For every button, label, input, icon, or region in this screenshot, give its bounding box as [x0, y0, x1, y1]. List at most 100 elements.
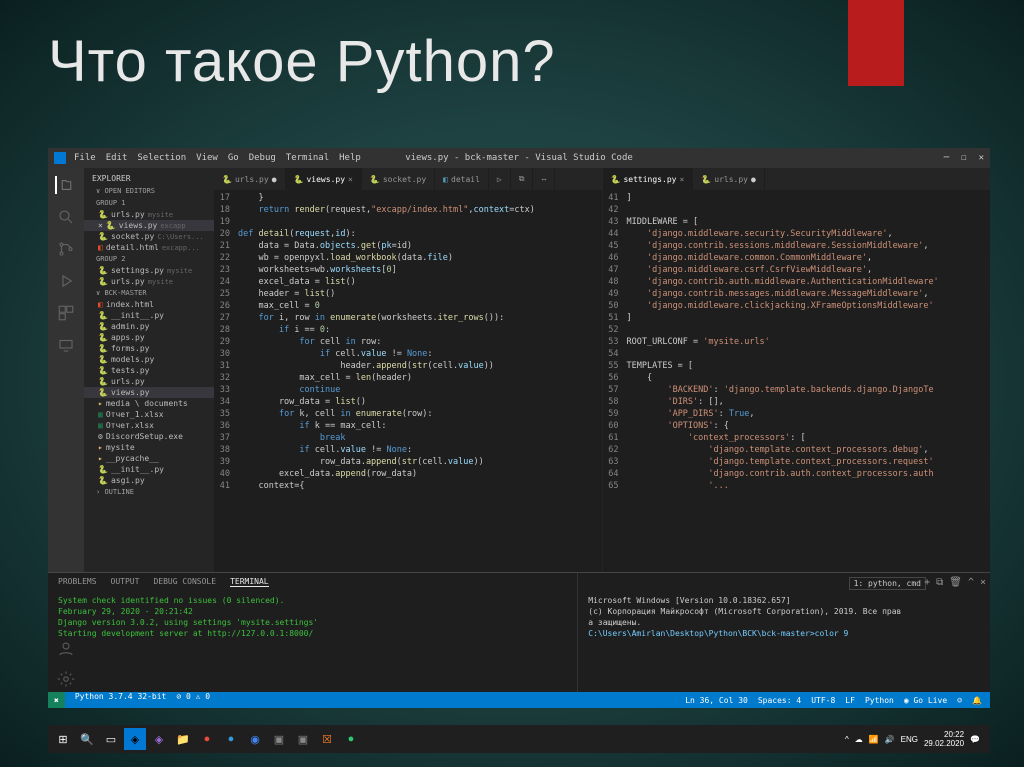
- status-item[interactable]: UTF-8: [811, 696, 835, 705]
- search-icon[interactable]: [57, 208, 75, 226]
- sidebar-item[interactable]: × 🐍 views.py excapp: [84, 220, 214, 231]
- maximize-button[interactable]: ☐: [961, 153, 966, 163]
- panel-tab-terminal[interactable]: TERMINAL: [230, 577, 269, 587]
- tray-clock[interactable]: 20:22 29.02.2020: [924, 730, 964, 748]
- app4-taskbar-icon[interactable]: ▣: [292, 728, 314, 750]
- explorer-icon[interactable]: [55, 176, 73, 194]
- sidebar-item[interactable]: 🐍 urls.py mysite: [84, 276, 214, 287]
- more-icon[interactable]: ⋯: [533, 168, 555, 190]
- tab-socket.py[interactable]: 🐍 socket.py: [362, 168, 435, 190]
- source-control-icon[interactable]: [57, 240, 75, 258]
- panel-tab-output[interactable]: OUTPUT: [111, 577, 140, 587]
- status-item[interactable]: ☺: [957, 696, 962, 705]
- menu-selection[interactable]: Selection: [137, 153, 186, 163]
- sidebar-item[interactable]: 🐍 asgi.py: [84, 475, 214, 486]
- tray-cloud-icon[interactable]: ☁: [855, 735, 863, 744]
- new-terminal-icon[interactable]: +: [924, 577, 930, 588]
- menu-view[interactable]: View: [196, 153, 218, 163]
- status-item[interactable]: LF: [845, 696, 855, 705]
- sidebar-item[interactable]: 🐍 settings.py mysite: [84, 265, 214, 276]
- tray-lang[interactable]: ENG: [901, 735, 918, 744]
- sidebar-item[interactable]: 🐍 urls.py: [84, 376, 214, 387]
- folder-taskbar-icon[interactable]: 📁: [172, 728, 194, 750]
- app2-taskbar-icon[interactable]: ●: [220, 728, 242, 750]
- remote-icon[interactable]: [57, 336, 75, 354]
- app3-taskbar-icon[interactable]: ▣: [268, 728, 290, 750]
- code-editor-right[interactable]: 41]4243MIDDLEWARE = [44 'django.middlewa…: [603, 190, 991, 572]
- tab-urls.py[interactable]: 🐍 urls.py ●: [693, 168, 765, 190]
- menu-terminal[interactable]: Terminal: [286, 153, 329, 163]
- code-editor-left[interactable]: 17 }18 return render(request,"excapp/ind…: [214, 190, 602, 572]
- settings-icon[interactable]: [57, 670, 75, 688]
- sidebar-item[interactable]: ▸ __pycache__: [84, 453, 214, 464]
- tab-settings.py[interactable]: 🐍 settings.py ×: [603, 168, 694, 190]
- sidebar-item[interactable]: ▦ Отчет.xlsx: [84, 420, 214, 431]
- workspace-header[interactable]: ∨ BCK-MASTER: [84, 287, 214, 299]
- app-taskbar-icon[interactable]: ●: [196, 728, 218, 750]
- maximize-panel-icon[interactable]: ^: [968, 577, 974, 588]
- vscode-taskbar-icon[interactable]: ◈: [124, 728, 146, 750]
- sidebar-item[interactable]: 🐍 urls.py mysite: [84, 209, 214, 220]
- tray-volume-icon[interactable]: 🔊: [885, 735, 895, 744]
- split-terminal-icon[interactable]: ⧉: [936, 577, 943, 588]
- status-item[interactable]: 🔔: [972, 696, 982, 705]
- status-item[interactable]: Spaces: 4: [758, 696, 801, 705]
- sidebar-item[interactable]: 🐍 apps.py: [84, 332, 214, 343]
- tab-urls.py[interactable]: 🐍 urls.py ●: [214, 168, 286, 190]
- run-button[interactable]: ▷: [489, 168, 511, 190]
- close-button[interactable]: ✕: [979, 153, 984, 163]
- terminal-selector[interactable]: 1: python, cmd: [849, 577, 926, 590]
- tray-wifi-icon[interactable]: 📶: [869, 735, 879, 744]
- status-item[interactable]: Python: [865, 696, 894, 705]
- app5-taskbar-icon[interactable]: ●: [340, 728, 362, 750]
- outline-header[interactable]: › OUTLINE: [84, 486, 214, 498]
- sidebar-item[interactable]: 🐍 __init__.py: [84, 464, 214, 475]
- chrome-taskbar-icon[interactable]: ◉: [244, 728, 266, 750]
- panel-tab-debug console[interactable]: DEBUG CONSOLE: [153, 577, 216, 587]
- tab-detail[interactable]: ◧ detail: [435, 168, 489, 190]
- menu-debug[interactable]: Debug: [249, 153, 276, 163]
- sidebar-item[interactable]: 🐍 admin.py: [84, 321, 214, 332]
- titlebar: File Edit Selection View Go Debug Terminal Help…: [48, 148, 990, 168]
- tray-notifications-icon[interactable]: 💬: [970, 735, 980, 744]
- task-view-icon[interactable]: ▭: [100, 728, 122, 750]
- split-editor-icon[interactable]: ⧉: [511, 168, 534, 190]
- close-panel-icon[interactable]: ×: [980, 577, 986, 588]
- sidebar-item[interactable]: 🐍 tests.py: [84, 365, 214, 376]
- start-button[interactable]: ⊞: [52, 728, 74, 750]
- sidebar-item[interactable]: 🐍 socket.py C:\Users...: [84, 231, 214, 242]
- sidebar-item[interactable]: ▸ media \ documents: [84, 398, 214, 409]
- tab-views.py[interactable]: 🐍 views.py ×: [286, 168, 362, 190]
- minimize-button[interactable]: ─: [944, 153, 949, 163]
- status-item[interactable]: Python 3.7.4 32-bit: [75, 692, 167, 708]
- kill-terminal-icon[interactable]: 🗑: [949, 577, 962, 588]
- menu-file[interactable]: File: [74, 153, 96, 163]
- status-remote[interactable]: ✖: [48, 692, 65, 708]
- visualstudio-taskbar-icon[interactable]: ◈: [148, 728, 170, 750]
- open-editors-header[interactable]: ∨ OPEN EDITORS: [84, 185, 214, 197]
- sidebar-item[interactable]: 🐍 views.py: [84, 387, 214, 398]
- panel-tab-problems[interactable]: PROBLEMS: [58, 577, 97, 587]
- account-icon[interactable]: [57, 640, 75, 658]
- status-item[interactable]: ◉ Go Live: [904, 696, 947, 705]
- status-item[interactable]: ⊘ 0 ⚠ 0: [176, 692, 210, 708]
- terminal-output-left[interactable]: System check identified no issues (0 sil…: [58, 591, 567, 639]
- sidebar-item[interactable]: ◧ index.html: [84, 299, 214, 310]
- menu-go[interactable]: Go: [228, 153, 239, 163]
- debug-icon[interactable]: [57, 272, 75, 290]
- folder-mysite[interactable]: ▸ mysite: [84, 442, 214, 453]
- sidebar-item[interactable]: ▦ Отчет_1.xlsx: [84, 409, 214, 420]
- menu-edit[interactable]: Edit: [106, 153, 128, 163]
- tray-chevron-icon[interactable]: ^: [845, 735, 849, 744]
- menu-help[interactable]: Help: [339, 153, 361, 163]
- sidebar-item[interactable]: 🐍 __init__.py: [84, 310, 214, 321]
- sidebar-item[interactable]: 🐍 forms.py: [84, 343, 214, 354]
- sidebar-item[interactable]: ⚙ DiscordSetup.exe: [84, 431, 214, 442]
- extensions-icon[interactable]: [57, 304, 75, 322]
- terminal-output-right[interactable]: Microsoft Windows [Version 10.0.18362.65…: [588, 591, 980, 639]
- xampp-taskbar-icon[interactable]: ☒: [316, 728, 338, 750]
- sidebar-item[interactable]: 🐍 models.py: [84, 354, 214, 365]
- sidebar-item[interactable]: ◧ detail.html excapp...: [84, 242, 214, 253]
- status-item[interactable]: Ln 36, Col 30: [685, 696, 748, 705]
- search-taskbar-icon[interactable]: 🔍: [76, 728, 98, 750]
